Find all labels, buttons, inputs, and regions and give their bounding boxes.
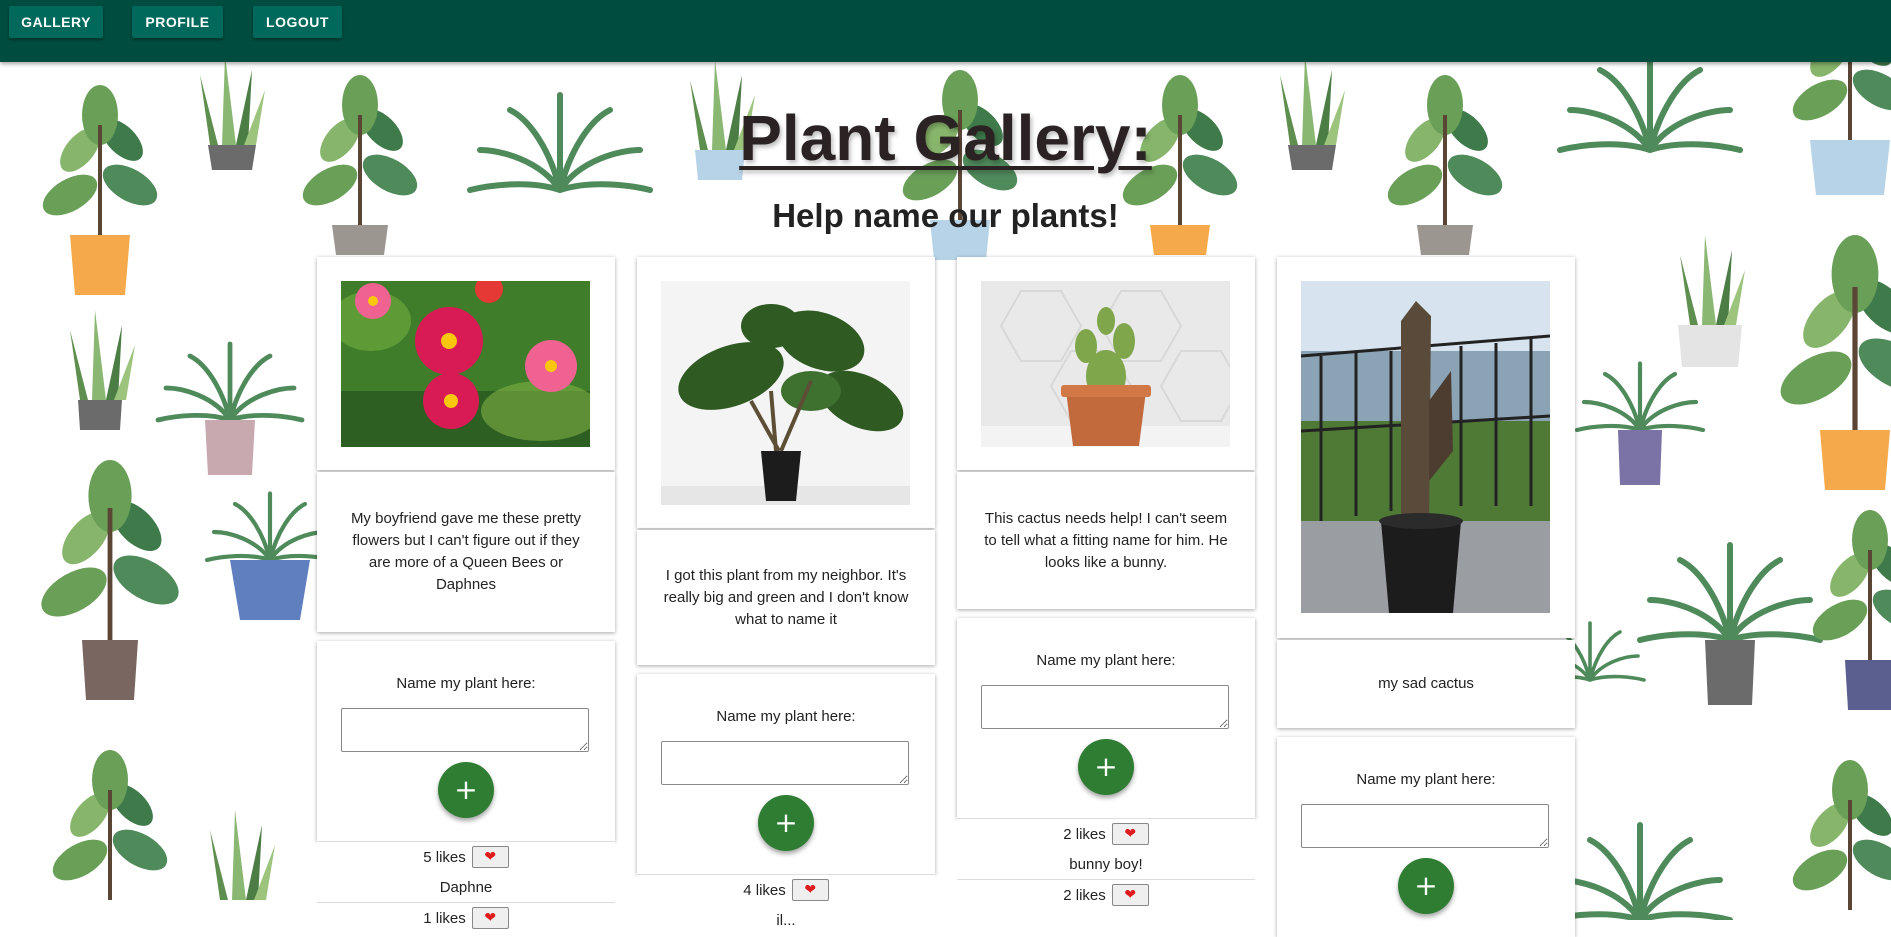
plant-description: This cactus needs help! I can't seem to … [957, 472, 1255, 609]
add-name-button[interactable]: + [438, 762, 494, 818]
plus-icon: + [1414, 869, 1438, 902]
page-title: Plant Gallery: [739, 102, 1152, 174]
heart-icon: ❤ [1124, 826, 1137, 842]
plus-icon: + [1094, 750, 1118, 783]
plant-description: my sad cactus [1277, 640, 1575, 728]
plant-description: I got this plant from my neighbor. It's … [637, 530, 935, 665]
plant-photo [1301, 281, 1550, 613]
plant-image-frame [957, 257, 1255, 470]
like-button[interactable]: ❤ [1111, 884, 1149, 906]
name-suggestion-form: Name my plant here: + [317, 641, 615, 841]
profile-nav-button[interactable]: PROFILE [132, 6, 223, 38]
name-suggestion-form: Name my plant here: + [637, 674, 935, 874]
like-button[interactable]: ❤ [1111, 823, 1149, 845]
suggestion-likes-row: 2 likes ❤ [957, 879, 1255, 910]
plant-photo [341, 281, 590, 447]
gallery-nav-button[interactable]: GALLERY [9, 6, 103, 38]
likes-count: 5 likes [423, 848, 466, 866]
suggestion-likes-row: 5 likes ❤ [317, 841, 615, 872]
likes-count: 4 likes [743, 881, 786, 899]
plant-image-frame [637, 257, 935, 528]
plant-photo [981, 281, 1230, 447]
add-name-button[interactable]: + [1078, 739, 1134, 795]
heart-icon: ❤ [484, 910, 497, 926]
name-suggestion-form: Name my plant here: + [1277, 737, 1575, 937]
page-subtitle: Help name our plants! [772, 197, 1119, 234]
name-input-label: Name my plant here: [396, 675, 536, 692]
suggested-name: Daphne [317, 872, 615, 902]
add-name-button[interactable]: + [758, 795, 814, 851]
heart-icon: ❤ [1124, 887, 1137, 903]
name-input-label: Name my plant here: [1356, 771, 1496, 788]
add-name-button[interactable]: + [1398, 858, 1454, 914]
likes-count: 2 likes [1063, 886, 1106, 904]
plant-image-frame [317, 257, 615, 470]
heart-icon: ❤ [484, 849, 497, 865]
name-suggestion-form: Name my plant here: + [957, 618, 1255, 818]
like-button[interactable]: ❤ [791, 879, 829, 901]
plant-image-frame [1277, 257, 1575, 638]
suggestion-likes-row: 1 likes ❤ [317, 902, 615, 933]
like-button[interactable]: ❤ [471, 846, 509, 868]
plant-name-input[interactable] [341, 708, 589, 752]
plus-icon: + [454, 773, 478, 806]
top-navbar: GALLERY PROFILE LOGOUT [0, 0, 1891, 62]
plant-card: This cactus needs help! I can't seem to … [957, 257, 1255, 910]
name-input-label: Name my plant here: [716, 708, 856, 725]
heart-icon: ❤ [804, 882, 817, 898]
plant-name-input[interactable] [981, 685, 1229, 729]
likes-count: 2 likes [1063, 825, 1106, 843]
plant-photo [661, 281, 910, 505]
suggested-name: il... [637, 905, 935, 935]
plus-icon: + [774, 806, 798, 839]
suggestion-likes-row: 4 likes ❤ [637, 874, 935, 905]
like-button[interactable]: ❤ [471, 907, 509, 929]
plant-name-input[interactable] [1301, 804, 1549, 848]
suggestion-likes-row: 2 likes ❤ [957, 818, 1255, 849]
suggested-name: bunny boy! [957, 849, 1255, 879]
likes-count: 1 likes [423, 909, 466, 927]
plant-card: I got this plant from my neighbor. It's … [637, 257, 935, 935]
logout-nav-button[interactable]: LOGOUT [253, 6, 342, 38]
name-input-label: Name my plant here: [1036, 652, 1176, 669]
plant-name-input[interactable] [661, 741, 909, 785]
plant-card: My boyfriend gave me these pretty flower… [317, 257, 615, 933]
plant-description: My boyfriend gave me these pretty flower… [317, 472, 615, 632]
plant-card: my sad cactus Name my plant here: + [1277, 257, 1575, 937]
